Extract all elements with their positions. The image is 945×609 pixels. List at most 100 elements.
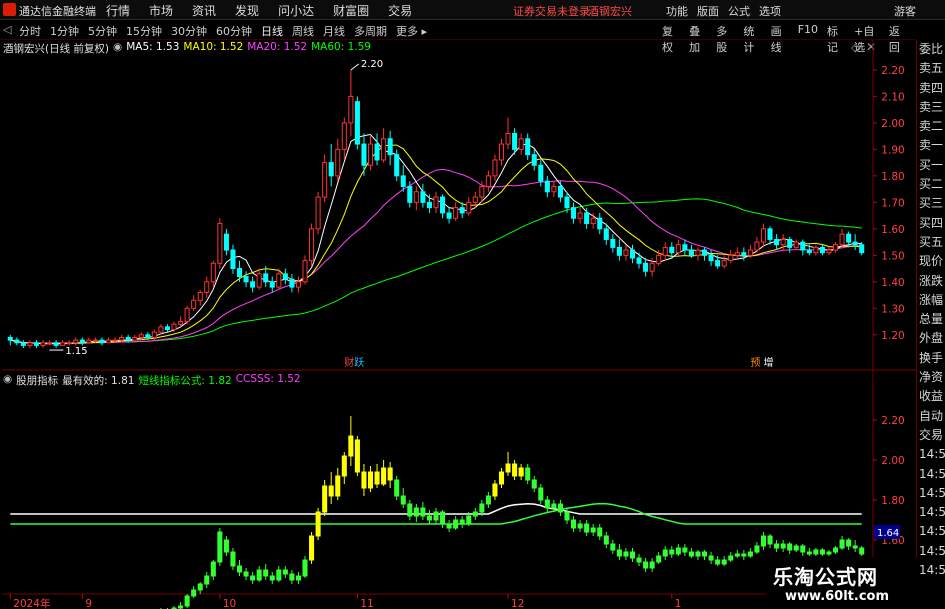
candle-body [734,252,740,256]
candle-body [335,148,341,177]
candle-body [525,138,531,156]
candle-body [702,249,708,256]
sidebar-item[interactable]: 卖三 [917,98,945,117]
period-tab[interactable]: 30分钟 [171,23,207,39]
candle-body [453,207,459,219]
sidebar-item[interactable]: 换手 [917,349,945,368]
menu-item-formula[interactable]: 公式 [728,3,750,19]
period-tab[interactable]: 5分钟 [88,23,117,39]
sidebar-item[interactable]: 买五 [917,233,945,252]
sub-candle-body [374,471,380,485]
price-tick-label: 2.20 [881,65,904,77]
order-book-sidebar: 委比 卖五 卖四 卖三 卖二 卖一 买一 买二 买三 买四 买五 现价 涨跌 涨幅 总量 外盘 换手 净资 收益 自动… [916,40,945,609]
menu-item-discover[interactable]: 发现 [235,2,259,19]
sidebar-item[interactable]: 买二 [917,175,945,194]
current-value-label: 1.64 [877,528,899,539]
menu-item-function[interactable]: 功能 [666,3,688,19]
sidebar-item[interactable]: 涨幅 [917,291,945,310]
candle-body [322,162,328,198]
sidebar-item[interactable]: 14:56 [917,445,945,464]
sidebar-item[interactable]: 14:56 [917,465,945,484]
sidebar-item[interactable]: 卖一 [917,136,945,155]
sub-candle-body [184,595,190,607]
candle-body [852,241,858,246]
sidebar-item[interactable]: 自动 [917,407,945,426]
sub-candle-body [446,523,452,529]
menu-item-wealth[interactable]: 财富圈 [333,2,369,19]
sub-candle-body [178,605,184,609]
current-stock-link[interactable]: 酒钢宏兴 [588,3,632,19]
sidebar-item[interactable]: 14:56 [917,503,945,522]
sidebar-item[interactable]: 卖四 [917,79,945,98]
sidebar-item[interactable]: 收益 [917,387,945,406]
sidebar-item[interactable]: 净资 [917,368,945,387]
candle-body [145,334,151,338]
guest-user[interactable]: 游客 [894,3,916,19]
app-title: 通达信金融终端 [19,5,96,18]
sidebar-item[interactable]: 现价 [917,252,945,271]
sidebar-item[interactable]: 外盘 [917,329,945,348]
sidebar-item[interactable]: 委比 [917,40,945,59]
period-tab[interactable]: 更多 ▸ [396,23,427,39]
sidebar-item[interactable]: 14:56 [917,542,945,561]
candle-body [53,342,59,346]
back-arrow-icon[interactable]: ◁ [3,23,11,36]
candle-body [446,212,452,219]
sub-candle-body [643,561,649,569]
period-tab[interactable]: 15分钟 [126,23,162,39]
menu-item-market[interactable]: 市场 [149,2,173,19]
candle-body [819,246,825,254]
sub-candle-body [800,545,806,553]
price-tick-label: 1.70 [881,197,904,209]
candle-body [564,196,570,209]
menu-item-trade[interactable]: 交易 [388,2,412,19]
period-tab[interactable]: 周线 [292,23,314,39]
period-tab[interactable]: 1分钟 [50,23,79,39]
candle-body [832,244,839,251]
menu-item-ask[interactable]: 问小达 [278,2,314,19]
candle-body [813,246,819,254]
candle-body [125,336,131,341]
candle-body [584,212,590,225]
sidebar-item[interactable]: 14:56 [917,522,945,541]
sub-candle-body [544,499,550,509]
sidebar-item[interactable]: 14:56 [917,484,945,503]
sidebar-item[interactable]: 卖二 [917,117,945,136]
price-tick-label: 1.40 [881,277,904,289]
menu-item-news[interactable]: 资讯 [192,2,216,19]
candle-body [7,336,13,341]
candle-body [282,273,288,280]
sidebar-item[interactable]: 涨跌 [917,272,945,291]
sidebar-item[interactable]: 买三 [917,194,945,213]
sidebar-item[interactable]: 14:56 [917,561,945,580]
sub-candle-body [780,543,786,549]
sidebar-item[interactable]: 交易 [917,426,945,445]
candle-body [774,238,780,246]
sidebar-item[interactable]: 买一 [917,156,945,175]
sub-candle-body [191,589,197,597]
candle-body [151,331,157,338]
sub-candle-body [728,555,734,561]
candle-body [557,185,563,198]
login-status-link[interactable]: 证券交易未登录 [513,3,590,19]
menu-item-quotes[interactable]: 行情 [106,2,130,19]
sidebar-item[interactable]: 总量 [917,310,945,329]
sidebar-item[interactable]: 买四 [917,214,945,233]
candle-body [309,228,315,262]
candle-body [354,101,360,145]
sub-candle-body [354,439,360,473]
sub-candle-body [695,551,701,557]
period-tab[interactable]: 分时 [19,23,41,39]
menu-item-options[interactable]: 选项 [759,3,781,19]
period-tab[interactable]: 月线 [323,23,345,39]
period-tab[interactable]: 多周期 [354,23,387,39]
candle-body [66,342,72,345]
period-tab[interactable]: 日线 [261,23,283,39]
candle-body [302,260,308,283]
period-tab[interactable]: 60分钟 [216,23,252,39]
sidebar-item[interactable]: 卖五 [917,59,945,78]
candle-body [230,249,236,270]
menu-item-layout[interactable]: 版面 [697,3,719,19]
event-label: 增 [763,356,773,369]
candlestick-chart[interactable]: 2.20 2.10 2.00 1.90 1.80 1.70 1.60 1.50 1.40 1.30… [0,40,916,609]
